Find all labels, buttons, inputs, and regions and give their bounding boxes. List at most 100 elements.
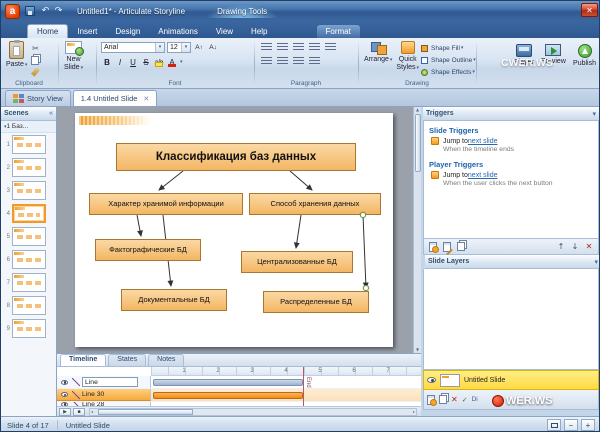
player-button[interactable]: Player: [512, 43, 536, 69]
slide-thumbnail[interactable]: 9: [1, 317, 56, 340]
slide-layers-menu-icon[interactable]: ▾: [594, 258, 598, 266]
align-right-icon[interactable]: [293, 57, 304, 65]
tab-insert[interactable]: Insert: [68, 25, 106, 38]
copy-icon[interactable]: [29, 54, 41, 66]
connector-line[interactable]: [289, 170, 313, 191]
undo-icon[interactable]: ↶: [39, 5, 52, 18]
zoom-in-button[interactable]: +: [581, 419, 595, 431]
preview-button[interactable]: Preview: [539, 43, 568, 69]
tab-slide-1-4[interactable]: 1.4 Untitled Slide ✕: [72, 90, 158, 106]
shape-outline-button[interactable]: Shape Outline ▾: [421, 54, 476, 66]
delete-layer-icon[interactable]: ✕: [451, 393, 458, 406]
timeline-object-bar[interactable]: [153, 379, 303, 386]
triggers-menu-icon[interactable]: ▾: [592, 110, 596, 118]
scroll-left-icon[interactable]: ◂: [91, 409, 93, 414]
player-trigger-item[interactable]: Jump to next slide: [431, 171, 598, 179]
scroll-right-icon[interactable]: ▸: [413, 409, 415, 414]
move-trigger-down-icon[interactable]: ↓: [568, 240, 582, 253]
delete-trigger-icon[interactable]: ✕: [582, 240, 596, 253]
duplicate-layer-icon[interactable]: [439, 395, 447, 404]
bold-button[interactable]: B: [101, 56, 113, 68]
edit-trigger-button[interactable]: [440, 240, 454, 253]
connector-line-selected[interactable]: [362, 214, 369, 289]
layer-visibility-eye-icon[interactable]: [427, 377, 436, 383]
new-slide-button[interactable]: New Slide▾: [62, 40, 85, 73]
scrollbar-thumb[interactable]: [98, 408, 193, 415]
timeline-ruler[interactable]: 1 2 3 4 5 6 7: [151, 367, 421, 376]
font-size-combo[interactable]: 12 ▾: [167, 41, 191, 53]
scene-item[interactable]: ▾ 1 Баз...: [1, 121, 56, 133]
tab-animations[interactable]: Animations: [149, 25, 207, 38]
redo-icon[interactable]: ↷: [52, 5, 65, 18]
diagram-box-documentary[interactable]: Документальные БД: [121, 289, 227, 311]
diagram-box-distributed[interactable]: Распределенные БД: [263, 291, 369, 313]
scenes-header[interactable]: Scenes «: [1, 107, 56, 121]
connector-line[interactable]: [158, 170, 184, 191]
diagram-title-box[interactable]: Классификация баз данных: [116, 143, 356, 171]
align-center-icon[interactable]: [277, 57, 288, 65]
selection-handle[interactable]: [360, 212, 366, 218]
timeline-end-marker[interactable]: [303, 367, 304, 406]
italic-button[interactable]: I: [114, 56, 126, 68]
base-layer-row-selected[interactable]: Untitled Slide: [423, 370, 599, 390]
slide-thumbnail[interactable]: 8: [1, 294, 56, 317]
slide-trigger-item[interactable]: Jump to next slide: [431, 137, 598, 145]
tab-timeline[interactable]: Timeline: [60, 354, 107, 366]
tab-design[interactable]: Design: [106, 25, 149, 38]
indent-increase-icon[interactable]: [309, 43, 320, 51]
indent-decrease-icon[interactable]: [293, 43, 304, 51]
publish-button[interactable]: Publish: [571, 43, 598, 69]
tab-notes[interactable]: Notes: [148, 354, 185, 366]
copy-trigger-button[interactable]: [454, 240, 468, 253]
stop-button[interactable]: ■: [73, 407, 85, 416]
slide-thumbnail[interactable]: 6: [1, 248, 56, 271]
visibility-eye-icon[interactable]: [61, 379, 68, 385]
scroll-up-icon[interactable]: ▲: [416, 107, 419, 112]
triggers-header[interactable]: Triggers ▾: [423, 107, 599, 121]
slide-thumbnail[interactable]: 1: [1, 133, 56, 156]
selection-handle[interactable]: [363, 285, 369, 291]
scroll-down-icon[interactable]: ▼: [416, 347, 419, 352]
tab-help[interactable]: Help: [242, 25, 276, 38]
strikethrough-button[interactable]: S: [140, 56, 152, 68]
font-color-button[interactable]: A: [166, 56, 178, 68]
close-tab-icon[interactable]: ✕: [143, 95, 149, 103]
diagram-box-centralized[interactable]: Централизованные БД: [241, 251, 353, 273]
slide-thumbnail[interactable]: 2: [1, 156, 56, 179]
diagram-box-info-character[interactable]: Характер хранимой информации: [89, 193, 243, 215]
slide-canvas[interactable]: Классификация баз данных Характер храним…: [57, 107, 413, 353]
bullets-icon[interactable]: [261, 43, 272, 51]
arrange-button[interactable]: Arrange▾: [362, 40, 394, 78]
visibility-eye-icon[interactable]: [61, 392, 68, 397]
dim-option-label[interactable]: Di: [472, 396, 478, 403]
canvas-vertical-scrollbar[interactable]: ▲ ▼: [413, 107, 421, 353]
app-logo-icon[interactable]: a: [5, 3, 20, 19]
object-name-edit[interactable]: Line: [82, 377, 138, 387]
diagram-box-factographic[interactable]: Фактографические БД: [95, 239, 201, 261]
fit-to-window-button[interactable]: [547, 419, 561, 431]
font-color-dropdown-icon[interactable]: ▾: [180, 59, 183, 65]
slide-thumbnail[interactable]: 5: [1, 225, 56, 248]
new-layer-icon[interactable]: [427, 394, 437, 406]
format-painter-icon[interactable]: [29, 66, 41, 78]
connector-line[interactable]: [136, 214, 143, 237]
slide-layers-header[interactable]: Slide Layers ▾: [425, 255, 599, 269]
cut-icon[interactable]: ✂: [29, 42, 41, 54]
line-spacing-icon[interactable]: [325, 43, 336, 51]
underline-button[interactable]: U: [127, 56, 139, 68]
timeline-object-bar-selected[interactable]: [153, 392, 303, 399]
font-family-combo[interactable]: Arial ▾: [101, 41, 165, 53]
timeline-horizontal-scrollbar[interactable]: ◂ ▸: [89, 407, 417, 416]
play-button[interactable]: ▶: [59, 407, 71, 416]
quick-styles-button[interactable]: Quick Styles▾: [394, 40, 421, 78]
numbering-icon[interactable]: [277, 43, 288, 51]
trigger-target-link[interactable]: next slide: [468, 172, 498, 179]
tab-story-view[interactable]: Story View: [5, 90, 71, 106]
zoom-out-button[interactable]: −: [564, 419, 578, 431]
shrink-font-icon[interactable]: A↓: [207, 41, 219, 53]
justify-icon[interactable]: [309, 57, 320, 65]
shape-effects-button[interactable]: Shape Effects ▾: [421, 66, 476, 78]
trigger-target-link[interactable]: next slide: [468, 138, 498, 145]
slide-thumbnail-selected[interactable]: 4: [1, 202, 56, 225]
paste-button[interactable]: Paste▾: [4, 40, 29, 78]
